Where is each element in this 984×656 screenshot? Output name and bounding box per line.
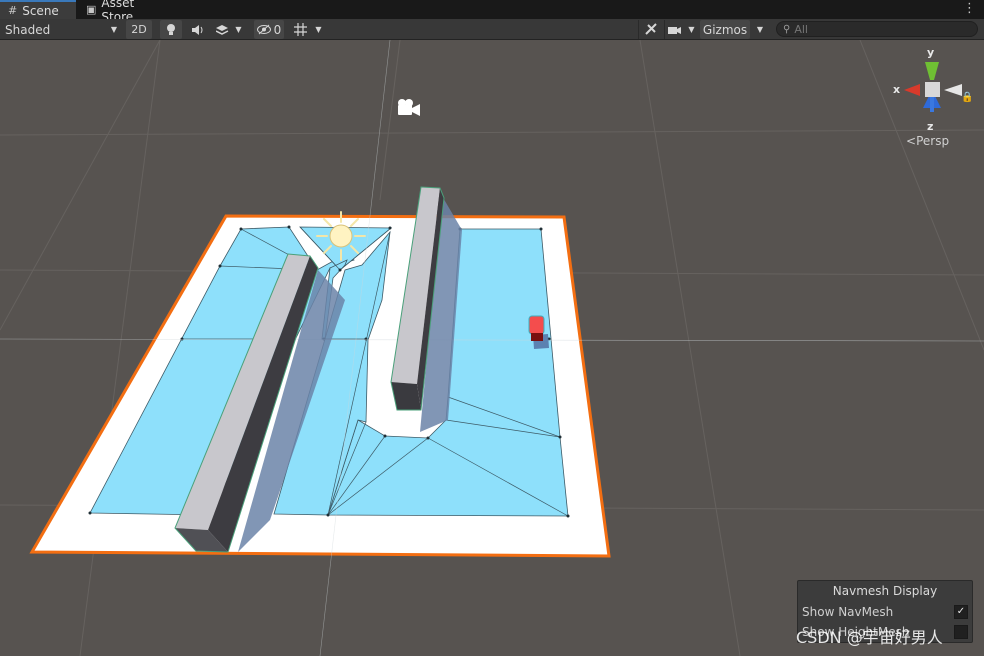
speaker-icon [191,24,202,35]
search-icon: ⚲ [783,23,791,35]
tab-bar: # Scene ▣ Asset Store ⋮ [0,0,984,24]
hidden-eye-icon [256,24,271,35]
scene-search[interactable]: ⚲ [776,21,978,37]
wrench-icon [645,23,657,35]
directional-light-icon [316,211,366,261]
shading-mode-dropdown[interactable]: Shaded ▼ [2,20,120,39]
gizmos-button[interactable]: Gizmos [700,20,750,39]
search-input[interactable] [794,22,965,36]
chevron-down-icon: ▼ [688,25,695,34]
chevron-down-icon: ▼ [235,25,242,34]
lightbulb-icon [167,24,175,35]
grid-snap-icon [294,23,308,36]
show-navmesh-label: Show NavMesh [802,605,894,619]
lock-icon[interactable]: 🔒 [961,92,973,103]
tab-scene[interactable]: # Scene [0,0,76,19]
agent-capsule [528,315,545,341]
gizmo-y-label: y [927,46,935,59]
camera-gizmo-icon [398,99,420,116]
gizmos-dropdown[interactable]: ▼ [752,20,768,39]
audio-toggle-button[interactable] [186,20,208,39]
orientation-gizmo [904,62,962,112]
shading-mode-value: Shaded [5,22,51,37]
grid-icon: # [8,4,18,17]
hidden-count: 0 [273,22,282,37]
navmesh-display-title: Navmesh Display [832,584,938,598]
2d-label: 2D [131,23,147,36]
gizmos-label: Gizmos [702,22,748,37]
scene-toolbar: Shaded ▼ 2D ▼ 0 ▼ ▼ Gizmos ▼ ⚲ [0,19,984,40]
store-bag-icon: ▣ [86,3,97,16]
gizmo-x-label: x [893,83,901,96]
grid-settings-dropdown[interactable]: ▼ [288,20,328,39]
tab-asset-store[interactable]: ▣ Asset Store [78,0,176,24]
back-arrow-icon: < [906,134,917,148]
show-navmesh-checkbox[interactable]: ✓ [954,605,968,619]
tab-scene-label: Scene [22,3,59,18]
chevron-down-icon: ▼ [110,25,117,34]
more-options-icon[interactable]: ⋮ [963,1,976,16]
2d-toggle-button[interactable]: 2D [126,20,152,39]
lighting-toggle-button[interactable] [160,20,182,39]
tools-button[interactable] [638,20,662,39]
camera-icon [668,26,682,34]
scene-render [0,40,984,656]
scene-visibility-toggle[interactable]: 0 [254,20,284,39]
scene-viewport[interactable]: y x z 🔒 [0,40,984,656]
layers-icon [216,24,229,35]
chevron-down-icon: ▼ [315,25,322,34]
gizmo-z-label: z [927,120,934,133]
projection-toggle[interactable]: <Persp [906,134,949,148]
watermark-text: CSDN @宇宙好男人 [796,628,943,647]
chevron-down-icon: ▼ [756,25,764,34]
camera-settings-dropdown[interactable]: ▼ [664,20,698,39]
projection-label: Persp [916,134,950,148]
second-option-checkbox[interactable] [954,625,968,639]
effects-dropdown[interactable]: ▼ [210,20,248,39]
